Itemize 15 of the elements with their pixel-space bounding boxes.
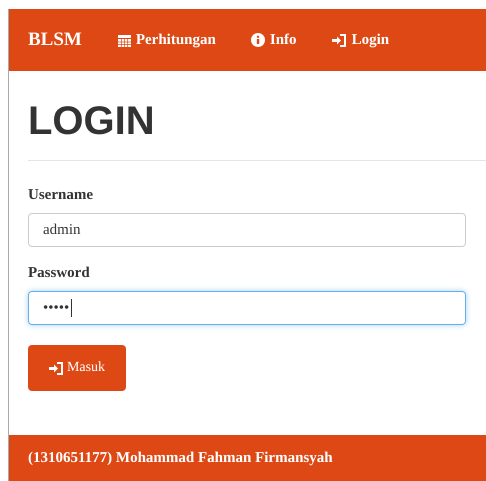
login-icon xyxy=(332,34,347,46)
input-field[interactable]: admin xyxy=(28,213,466,247)
login-button[interactable]: Masuk xyxy=(28,345,126,391)
info-icon xyxy=(250,33,265,47)
footer-text: (1310651177) Mohammad Fahman Firmansyah xyxy=(28,450,333,466)
input-field[interactable]: ••••• xyxy=(28,291,466,325)
nav-link[interactable]: Login xyxy=(332,32,390,48)
nav-link[interactable]: Perhitungan xyxy=(118,32,216,48)
field-label: Username xyxy=(28,187,94,204)
brand-link[interactable]: BLSM xyxy=(28,29,82,51)
page-heading: LOGIN xyxy=(28,99,156,144)
calendar-icon xyxy=(118,34,131,46)
field-label: Password xyxy=(28,265,91,282)
login-icon xyxy=(48,362,64,374)
nav-link[interactable]: Info xyxy=(250,32,297,48)
